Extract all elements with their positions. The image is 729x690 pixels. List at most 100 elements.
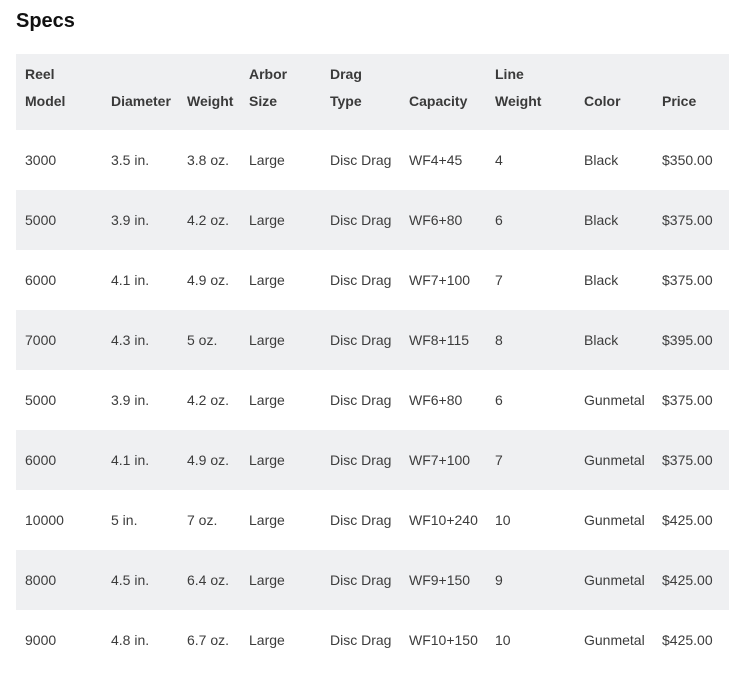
cell-capacity: WF7+100 xyxy=(409,272,471,288)
cell-drag-type: Disc Drag xyxy=(330,632,392,648)
header-reel-model: Reel Model xyxy=(16,54,102,130)
cell-diameter: 4.8 in. xyxy=(111,632,150,648)
table-row: 5000 3.9 in. 4.2 oz. Large Disc Drag WF6+80 6 G… xyxy=(16,370,729,430)
cell-line-weight: 4 xyxy=(495,152,503,168)
cell-weight: 4.9 oz. xyxy=(187,272,230,288)
header-label: Reel Model xyxy=(25,66,66,109)
cell-arbor-size: Large xyxy=(249,332,285,348)
cell-reel-model: 5000 xyxy=(25,212,57,228)
header-color: Color xyxy=(575,54,653,130)
table-row: 10000 5 in. 7 oz. Large Disc Drag WF10+240 10 G… xyxy=(16,490,729,550)
cell-capacity: WF4+45 xyxy=(409,152,463,168)
header-capacity: Capacity xyxy=(400,54,486,130)
table-row: 8000 4.5 in. 6.4 oz. Large Disc Drag WF9+150 9… xyxy=(16,550,729,610)
cell-line-weight: 9 xyxy=(495,572,503,588)
cell-price: $350.00 xyxy=(662,152,713,168)
table-row: 6000 4.1 in. 4.9 oz. Large Disc Drag WF7+100 7… xyxy=(16,250,729,310)
header-label: Color xyxy=(584,93,621,109)
cell-weight: 4.2 oz. xyxy=(187,392,230,408)
header-weight: Weight xyxy=(178,54,240,130)
cell-line-weight: 6 xyxy=(495,212,503,228)
cell-arbor-size: Large xyxy=(249,152,285,168)
cell-capacity: WF9+150 xyxy=(409,572,471,588)
cell-weight: 4.2 oz. xyxy=(187,212,230,228)
cell-reel-model: 9000 xyxy=(25,632,57,648)
cell-line-weight: 8 xyxy=(495,332,503,348)
cell-arbor-size: Large xyxy=(249,392,285,408)
cell-weight: 7 oz. xyxy=(187,512,218,528)
cell-weight: 4.9 oz. xyxy=(187,452,230,468)
cell-diameter: 5 in. xyxy=(111,512,138,528)
cell-diameter: 3.9 in. xyxy=(111,212,150,228)
cell-color: Gunmetal xyxy=(584,452,645,468)
cell-line-weight: 6 xyxy=(495,392,503,408)
cell-arbor-size: Large xyxy=(249,572,285,588)
table-header: Reel Model Diameter Weight Arbor Size Dr… xyxy=(16,54,729,130)
header-arbor-size: Arbor Size xyxy=(240,54,321,130)
cell-diameter: 4.5 in. xyxy=(111,572,150,588)
cell-diameter: 4.1 in. xyxy=(111,272,150,288)
header-label: Capacity xyxy=(409,93,468,109)
cell-color: Black xyxy=(584,332,619,348)
cell-diameter: 4.3 in. xyxy=(111,332,150,348)
cell-arbor-size: Large xyxy=(249,632,285,648)
table-row: 6000 4.1 in. 4.9 oz. Large Disc Drag WF7+100 7… xyxy=(16,430,729,490)
cell-capacity: WF6+80 xyxy=(409,392,463,408)
cell-color: Gunmetal xyxy=(584,632,645,648)
header-label: Weight xyxy=(187,93,234,109)
cell-diameter: 3.9 in. xyxy=(111,392,150,408)
cell-arbor-size: Large xyxy=(249,272,285,288)
cell-arbor-size: Large xyxy=(249,212,285,228)
header-line-weight: Line Weight xyxy=(486,54,575,130)
cell-price: $425.00 xyxy=(662,512,713,528)
table-row: 7000 4.3 in. 5 oz. Large Disc Drag WF8+115 8 Bl… xyxy=(16,310,729,370)
cell-drag-type: Disc Drag xyxy=(330,212,392,228)
cell-price: $425.00 xyxy=(662,572,713,588)
cell-price: $375.00 xyxy=(662,452,713,468)
cell-price: $395.00 xyxy=(662,332,713,348)
cell-price: $375.00 xyxy=(662,392,713,408)
cell-drag-type: Disc Drag xyxy=(330,452,392,468)
cell-line-weight: 10 xyxy=(495,512,511,528)
cell-price: $425.00 xyxy=(662,632,713,648)
cell-drag-type: Disc Drag xyxy=(330,332,392,348)
cell-price: $375.00 xyxy=(662,212,713,228)
cell-color: Black xyxy=(584,272,619,288)
cell-reel-model: 3000 xyxy=(25,152,57,168)
cell-drag-type: Disc Drag xyxy=(330,572,392,588)
cell-capacity: WF6+80 xyxy=(409,212,463,228)
page-title: Specs xyxy=(16,10,75,32)
cell-weight: 6.7 oz. xyxy=(187,632,230,648)
cell-reel-model: 6000 xyxy=(25,272,57,288)
cell-weight: 3.8 oz. xyxy=(187,152,230,168)
header-diameter: Diameter xyxy=(102,54,178,130)
cell-color: Gunmetal xyxy=(584,512,645,528)
cell-drag-type: Disc Drag xyxy=(330,152,392,168)
specs-table: Reel Model Diameter Weight Arbor Size Dr… xyxy=(16,54,729,670)
cell-reel-model: 5000 xyxy=(25,392,57,408)
header-price: Price xyxy=(653,54,729,130)
table-row: 3000 3.5 in. 3.8 oz. Large Disc Drag WF4+45 4 B… xyxy=(16,130,729,190)
cell-drag-type: Disc Drag xyxy=(330,272,392,288)
cell-reel-model: 6000 xyxy=(25,452,57,468)
cell-color: Black xyxy=(584,212,619,228)
header-drag-type: Drag Type xyxy=(321,54,400,130)
header-label: Price xyxy=(662,93,697,109)
header-row: Reel Model Diameter Weight Arbor Size Dr… xyxy=(16,54,729,130)
cell-color: Black xyxy=(584,152,619,168)
cell-arbor-size: Large xyxy=(249,512,285,528)
cell-capacity: WF7+100 xyxy=(409,452,471,468)
cell-reel-model: 10000 xyxy=(25,512,64,528)
cell-line-weight: 10 xyxy=(495,632,511,648)
cell-color: Gunmetal xyxy=(584,572,645,588)
table-body: 3000 3.5 in. 3.8 oz. Large Disc Drag WF4+45 4 B… xyxy=(16,130,729,670)
cell-diameter: 3.5 in. xyxy=(111,152,150,168)
cell-price: $375.00 xyxy=(662,272,713,288)
table-row: 9000 4.8 in. 6.7 oz. Large Disc Drag WF10+150… xyxy=(16,610,729,670)
cell-color: Gunmetal xyxy=(584,392,645,408)
cell-drag-type: Disc Drag xyxy=(330,392,392,408)
cell-arbor-size: Large xyxy=(249,452,285,468)
cell-weight: 5 oz. xyxy=(187,332,218,348)
cell-line-weight: 7 xyxy=(495,452,503,468)
header-label: Line Weight xyxy=(495,66,542,109)
